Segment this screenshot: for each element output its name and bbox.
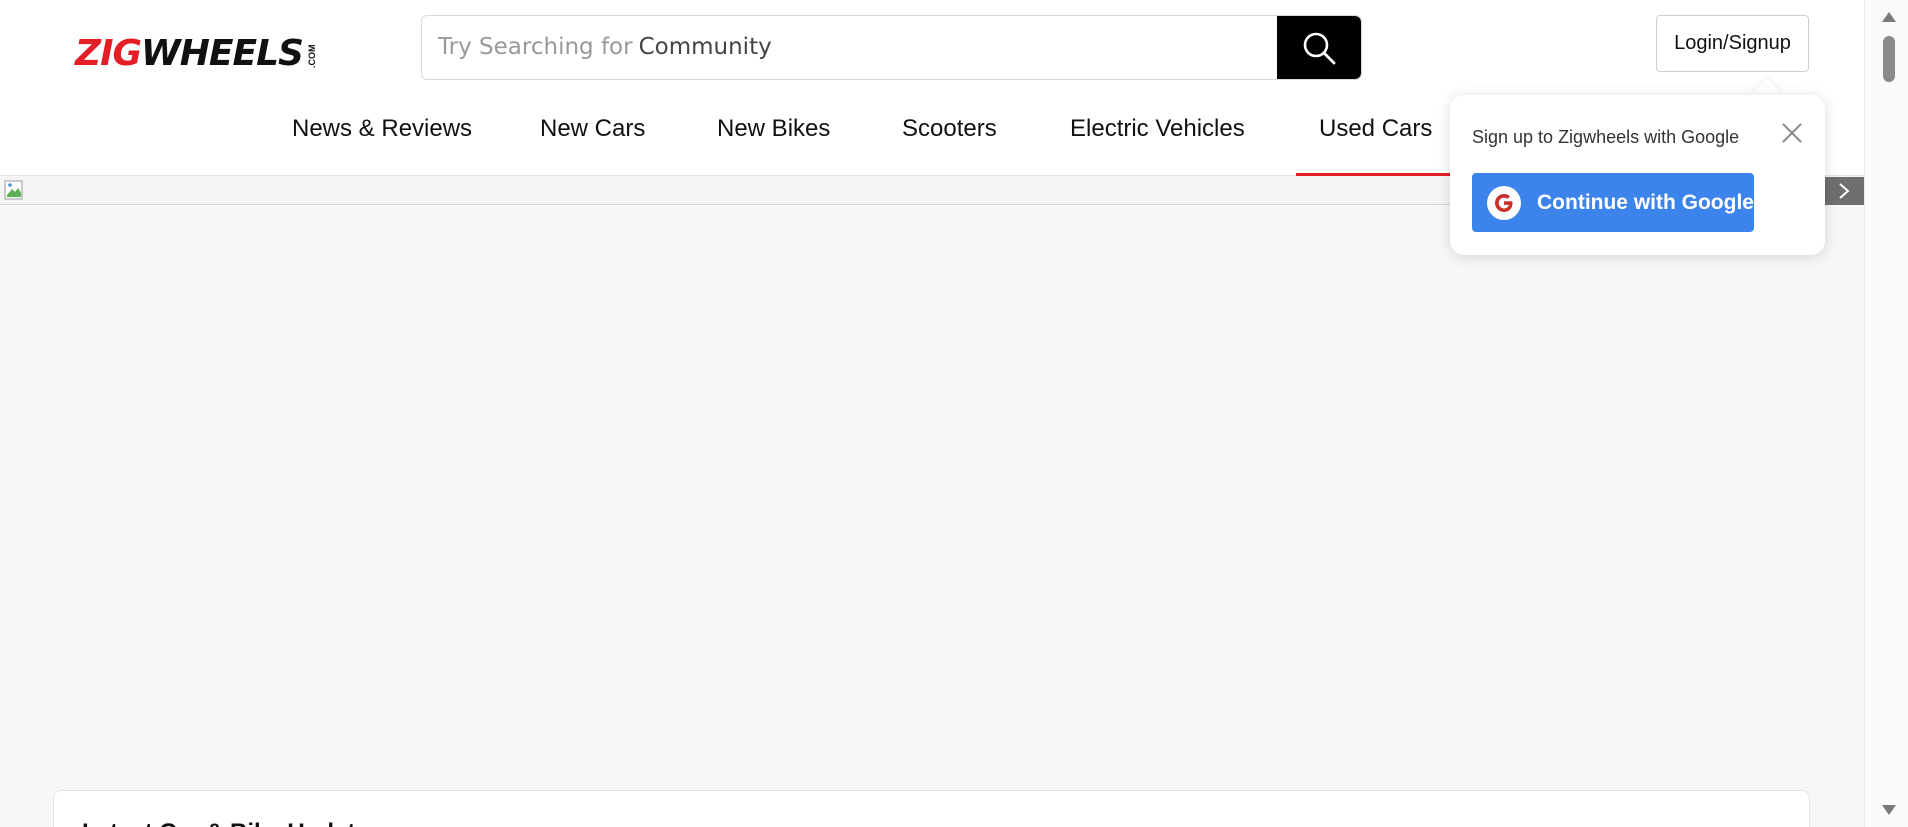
close-icon[interactable] bbox=[1779, 120, 1805, 146]
search-placeholder: Try Searching for bbox=[438, 34, 633, 60]
updates-card-title: Latest Car & Bike Updates bbox=[82, 819, 382, 827]
logo-text-com: .COM bbox=[306, 44, 317, 68]
google-button-label: Continue with Google bbox=[1537, 190, 1754, 214]
broken-image-icon bbox=[4, 180, 23, 200]
logo-text-zig: ZIG bbox=[75, 33, 142, 74]
search-input[interactable]: Try Searching for Community bbox=[438, 16, 772, 79]
hero-next-button[interactable] bbox=[1823, 177, 1864, 205]
vertical-scrollbar[interactable] bbox=[1864, 0, 1908, 827]
google-signup-popup: Sign up to Zigwheels with Google Continu… bbox=[1450, 95, 1825, 255]
nav-item-new-cars[interactable]: New Cars bbox=[540, 100, 645, 176]
logo-text-wheels: WHEELS bbox=[141, 33, 304, 74]
updates-card: Latest Car & Bike Updates bbox=[53, 790, 1810, 827]
search-suggestion-word: Community bbox=[638, 34, 772, 60]
nav-item-electric-vehicles[interactable]: Electric Vehicles bbox=[1070, 100, 1245, 176]
popup-title: Sign up to Zigwheels with Google bbox=[1472, 127, 1740, 147]
chevron-right-icon bbox=[1838, 183, 1850, 199]
scrollbar-thumb[interactable] bbox=[1883, 36, 1895, 82]
page: ZIG WHEELS .COM Try Searching for Communi… bbox=[0, 0, 1908, 827]
continue-with-google-button[interactable]: Continue with Google bbox=[1472, 173, 1754, 232]
search-bar[interactable]: Try Searching for Community bbox=[421, 15, 1362, 80]
zigwheels-logo[interactable]: ZIG WHEELS .COM bbox=[75, 36, 355, 72]
nav-item-new-bikes[interactable]: New Bikes bbox=[717, 100, 830, 176]
scroll-down-arrow-icon[interactable] bbox=[1882, 805, 1896, 815]
nav-item-used-cars[interactable]: Used Cars bbox=[1295, 100, 1456, 176]
search-button[interactable] bbox=[1277, 16, 1361, 79]
google-icon bbox=[1487, 185, 1521, 220]
login-signup-button[interactable]: Login/Signup bbox=[1656, 15, 1809, 72]
search-icon bbox=[1303, 32, 1336, 64]
scroll-up-arrow-icon[interactable] bbox=[1882, 12, 1896, 22]
nav-item-news-reviews[interactable]: News & Reviews bbox=[292, 100, 472, 176]
nav-item-scooters[interactable]: Scooters bbox=[902, 100, 997, 176]
